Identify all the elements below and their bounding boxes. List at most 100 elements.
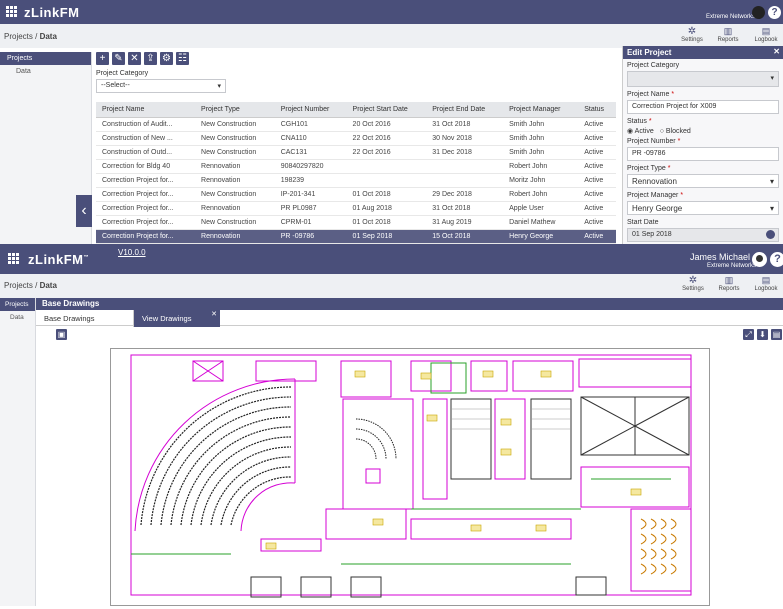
table-cell: New Construction xyxy=(195,215,275,230)
table-cell: New Construction xyxy=(195,131,275,146)
floor-plan-drawing[interactable] xyxy=(110,348,710,606)
table-row[interactable]: Correction for Bldg 40 Rennovation 9084029… xyxy=(96,159,616,174)
help-icon[interactable]: ? xyxy=(770,252,783,267)
add-button[interactable]: + xyxy=(96,52,109,65)
gear-icon: ✲ xyxy=(688,275,698,286)
table-cell xyxy=(426,173,504,188)
header-link-reports[interactable]: ▥ Reports xyxy=(715,26,741,43)
calendar-icon[interactable] xyxy=(766,230,775,239)
user-org: Extreme Networks xyxy=(706,14,756,20)
app-grid-icon[interactable] xyxy=(6,6,18,20)
projects-table: Project Name Project Type Project Number Pr… xyxy=(96,102,616,244)
user-name[interactable]: James Michael xyxy=(690,252,750,262)
export-icon[interactable]: ⇪ xyxy=(144,52,157,65)
table-cell: Rennovation xyxy=(195,159,275,174)
table-row[interactable]: Correction Project for... Rennovation PR P… xyxy=(96,201,616,216)
category-filter: Project Category --Select-- ▾ xyxy=(96,70,296,93)
table-cell: Rennovation xyxy=(195,229,275,244)
edit-status-label: Status * xyxy=(627,118,652,125)
header-link-reports[interactable]: ▥ Reports xyxy=(716,275,742,292)
collapse-sidebar-button[interactable]: ‹ xyxy=(76,195,92,227)
table-header-cell[interactable]: Project Name xyxy=(96,102,196,118)
avatar[interactable] xyxy=(752,252,767,267)
table-cell: Henry George xyxy=(503,229,579,244)
table-cell: New Construction xyxy=(195,145,275,160)
help-icon[interactable]: ? xyxy=(768,6,781,19)
version-link[interactable]: V10.0.0 xyxy=(118,248,146,257)
table-row[interactable]: Construction of Audit... New Construction… xyxy=(96,117,616,132)
table-header-cell[interactable]: Project End Date xyxy=(426,102,504,118)
table-row[interactable]: Correction Project for... New Constructio… xyxy=(96,215,616,230)
table-cell: Correction Project for... xyxy=(96,215,196,230)
project-name-input[interactable]: Correction Project for X009 xyxy=(627,100,779,114)
breadcrumb-root[interactable]: Projects xyxy=(4,32,33,41)
bottom-window: zLinkFM™ V10.0.0 James Michael Extreme N… xyxy=(0,244,783,606)
tab-base-drawings[interactable]: Base Drawings xyxy=(36,310,134,327)
edit-category-label: Project Category xyxy=(627,62,680,69)
table-header-cell[interactable]: Project Number xyxy=(274,102,347,118)
table-cell: Active xyxy=(578,145,616,160)
edit-category-select[interactable]: ▾ xyxy=(627,71,779,87)
fullscreen-icon[interactable]: ⤢ xyxy=(743,329,754,340)
sidebar-item-data[interactable]: Data xyxy=(0,65,91,78)
header-link-settings[interactable]: ✲ Settings xyxy=(679,26,705,43)
logbook-label: Logbook xyxy=(754,37,778,43)
close-tab-icon[interactable]: ✕ xyxy=(211,310,217,318)
logbook-label: Logbook xyxy=(754,286,778,292)
table-cell: 198239 xyxy=(274,173,347,188)
edit-icon[interactable]: ✎ xyxy=(112,52,125,65)
app-logo: zLinkFM™ xyxy=(28,252,89,267)
users-icon[interactable]: ☷ xyxy=(176,52,189,65)
table-header-cell[interactable]: Project Manager xyxy=(503,102,579,118)
table-header-cell[interactable]: Project Start Date xyxy=(346,102,427,118)
table-cell: 31 Dec 2018 xyxy=(426,145,504,160)
tab-view-drawings[interactable]: View Drawings ✕ xyxy=(134,310,220,327)
gear-icon: ✲ xyxy=(687,26,697,37)
table-header-cell[interactable]: Status xyxy=(578,102,616,118)
table-cell: 30 Nov 2018 xyxy=(426,131,504,146)
close-icon[interactable]: ✕ xyxy=(773,47,780,56)
header-link-logbook[interactable]: ▤ Logbook xyxy=(752,275,780,292)
table-cell: CAC131 xyxy=(274,145,347,160)
bar-chart-icon: ▥ xyxy=(724,275,734,285)
table-cell: Construction of Audit... xyxy=(96,117,196,132)
table-cell: Daniel Mathew xyxy=(503,215,579,230)
download-icon[interactable]: ⬇ xyxy=(757,329,768,340)
avatar[interactable] xyxy=(752,6,765,19)
sidebar-item-projects[interactable]: Projects xyxy=(0,52,91,65)
delete-icon[interactable]: ✕ xyxy=(128,52,141,65)
table-cell: Construction of Outd... xyxy=(96,145,196,160)
table-row[interactable]: Construction of Outd... New Construction C… xyxy=(96,145,616,160)
table-cell: Active xyxy=(578,117,616,132)
project-manager-select[interactable]: Henry George ▾ xyxy=(627,201,779,215)
table-cell: Correction Project for... xyxy=(96,173,196,188)
table-cell: PR PL0987 xyxy=(274,201,347,216)
settings-label: Settings xyxy=(682,286,704,292)
print-icon[interactable]: ▤ xyxy=(771,329,782,340)
table-row[interactable]: Correction Project for... Rennovation 1982… xyxy=(96,173,616,188)
edit-manager-label: Project Manager * xyxy=(627,192,684,199)
status-blocked-radio[interactable]: ○ Blocked xyxy=(660,128,691,135)
start-date-input[interactable]: 01 Sep 2018 xyxy=(627,228,779,242)
app-grid-icon[interactable] xyxy=(8,253,20,267)
category-select[interactable]: --Select-- ▾ xyxy=(96,79,226,93)
edit-panel-title: Edit Project xyxy=(627,48,672,57)
table-cell xyxy=(346,173,427,188)
table-header-cell[interactable]: Project Type xyxy=(195,102,275,118)
project-number-input[interactable]: PR -09786 xyxy=(627,147,779,161)
settings-gear-icon[interactable]: ⚙ xyxy=(160,52,173,65)
project-type-select[interactable]: Rennovation ▾ xyxy=(627,174,779,188)
breadcrumb-root[interactable]: Projects xyxy=(4,281,33,290)
sidebar-item-projects[interactable]: Projects xyxy=(0,298,35,311)
header-link-settings[interactable]: ✲ Settings xyxy=(680,275,706,292)
table-row[interactable]: Correction Project for... New Constructio… xyxy=(96,187,616,202)
table-row[interactable]: Correction Project for... Rennovation PR -… xyxy=(96,229,616,244)
table-cell: Active xyxy=(578,187,616,202)
trash-icon[interactable]: ▣ xyxy=(56,329,67,340)
table-cell: Moritz John xyxy=(503,173,579,188)
sidebar-item-data[interactable]: Data xyxy=(0,311,35,324)
status-active-radio[interactable]: ◉ Active xyxy=(627,128,654,135)
table-row[interactable]: Construction of New ... New Construction C… xyxy=(96,131,616,146)
header-link-logbook[interactable]: ▤ Logbook xyxy=(752,26,780,43)
table-cell: PR -09786 xyxy=(274,229,347,244)
